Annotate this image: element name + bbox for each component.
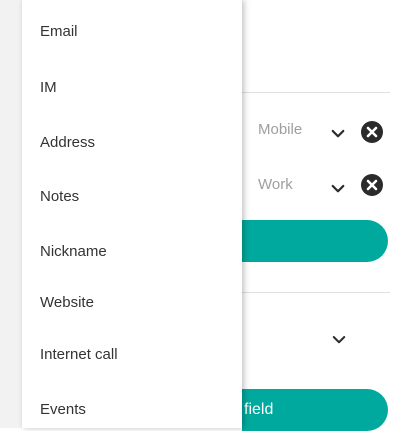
close-icon: [366, 126, 378, 138]
menu-item-address[interactable]: Address: [40, 134, 95, 151]
remove-phone-button[interactable]: [361, 121, 383, 143]
add-field-label: field: [244, 401, 274, 418]
menu-item-notes[interactable]: Notes: [40, 188, 79, 205]
close-icon: [366, 179, 378, 191]
menu-item-nickname[interactable]: Nickname: [40, 243, 107, 260]
field-type-menu: Email IM Address Notes Nickname Website …: [22, 0, 242, 428]
divider: [242, 292, 390, 293]
chevron-down-icon[interactable]: [329, 125, 347, 143]
phone-type-work[interactable]: Work: [258, 176, 293, 193]
chevron-down-icon[interactable]: [330, 331, 348, 349]
menu-item-internet-call[interactable]: Internet call: [40, 346, 118, 363]
menu-item-website[interactable]: Website: [40, 294, 94, 311]
phone-type-mobile[interactable]: Mobile: [258, 121, 302, 138]
teal-button[interactable]: [242, 220, 388, 262]
menu-item-email[interactable]: Email: [40, 23, 78, 40]
remove-phone-button[interactable]: [361, 174, 383, 196]
divider: [242, 92, 390, 93]
menu-item-events[interactable]: Events: [40, 401, 86, 418]
chevron-down-icon[interactable]: [329, 180, 347, 198]
menu-item-im[interactable]: IM: [40, 79, 57, 96]
